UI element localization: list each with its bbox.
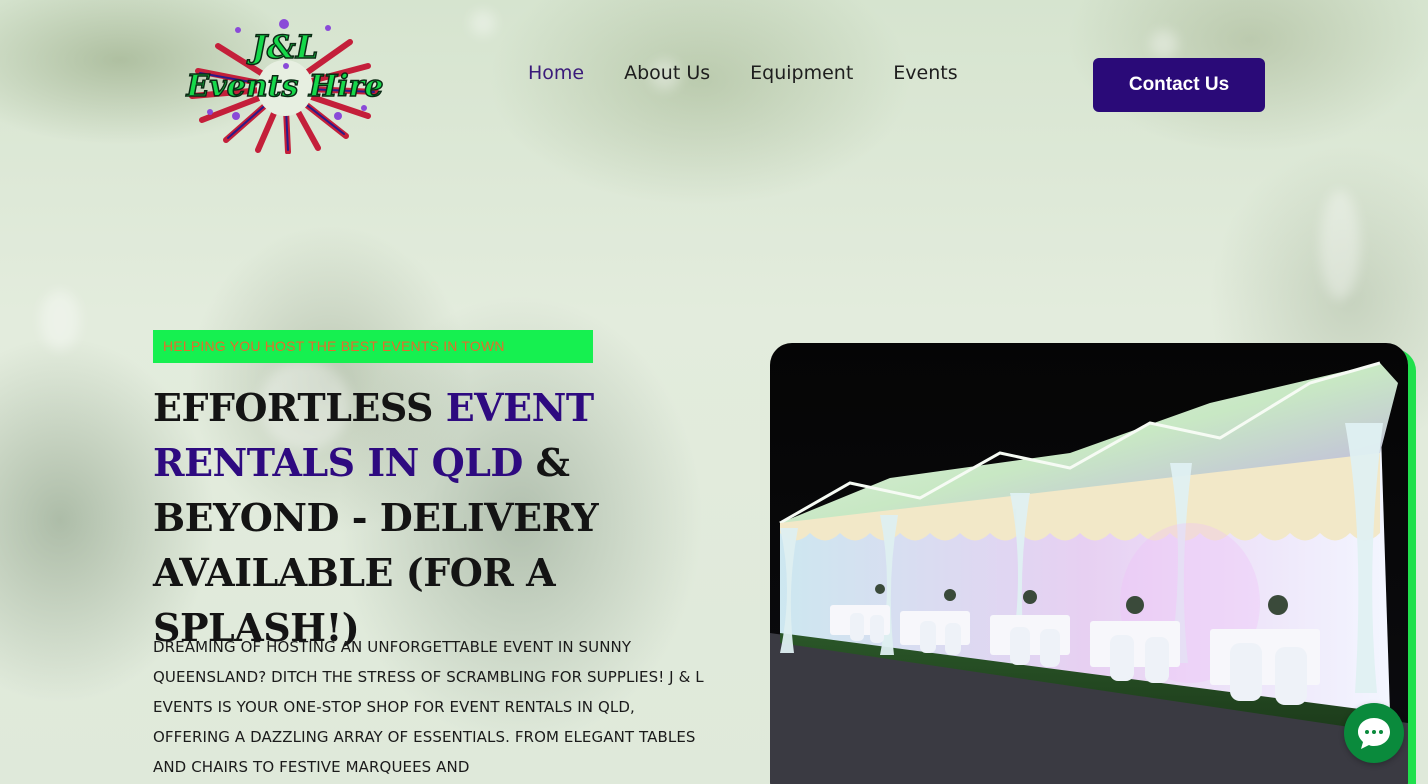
logo-text-events-hire: Events Hire: [185, 69, 383, 104]
nav-item-home[interactable]: Home: [528, 62, 584, 84]
nav-item-events[interactable]: Events: [893, 62, 957, 84]
logo-text-jl: J&L: [246, 28, 319, 66]
hero-headline: EFFORTLESS EVENT RENTALS IN QLD & BEYOND…: [153, 380, 723, 655]
fireworks-logo: J&L Events Hire: [185, 19, 384, 155]
nav-item-equipment[interactable]: Equipment: [750, 62, 853, 84]
hero-tagline: HELPING YOU HOST THE BEST EVENTS IN TOWN: [153, 330, 593, 363]
nav-item-about-us[interactable]: About Us: [624, 62, 710, 84]
headline-part-1: EFFORTLESS: [153, 385, 446, 430]
main-nav: Home About Us Equipment Events: [528, 62, 958, 84]
marquee-tent-image: [770, 343, 1408, 784]
hero-description: DREAMING OF HOSTING AN UNFORGETTABLE EVE…: [153, 638, 704, 776]
site-logo[interactable]: J&L Events Hire: [178, 16, 392, 155]
chat-bubble-icon: [1358, 718, 1390, 749]
chat-widget-button[interactable]: [1344, 703, 1404, 763]
contact-us-button[interactable]: Contact Us: [1093, 58, 1265, 112]
